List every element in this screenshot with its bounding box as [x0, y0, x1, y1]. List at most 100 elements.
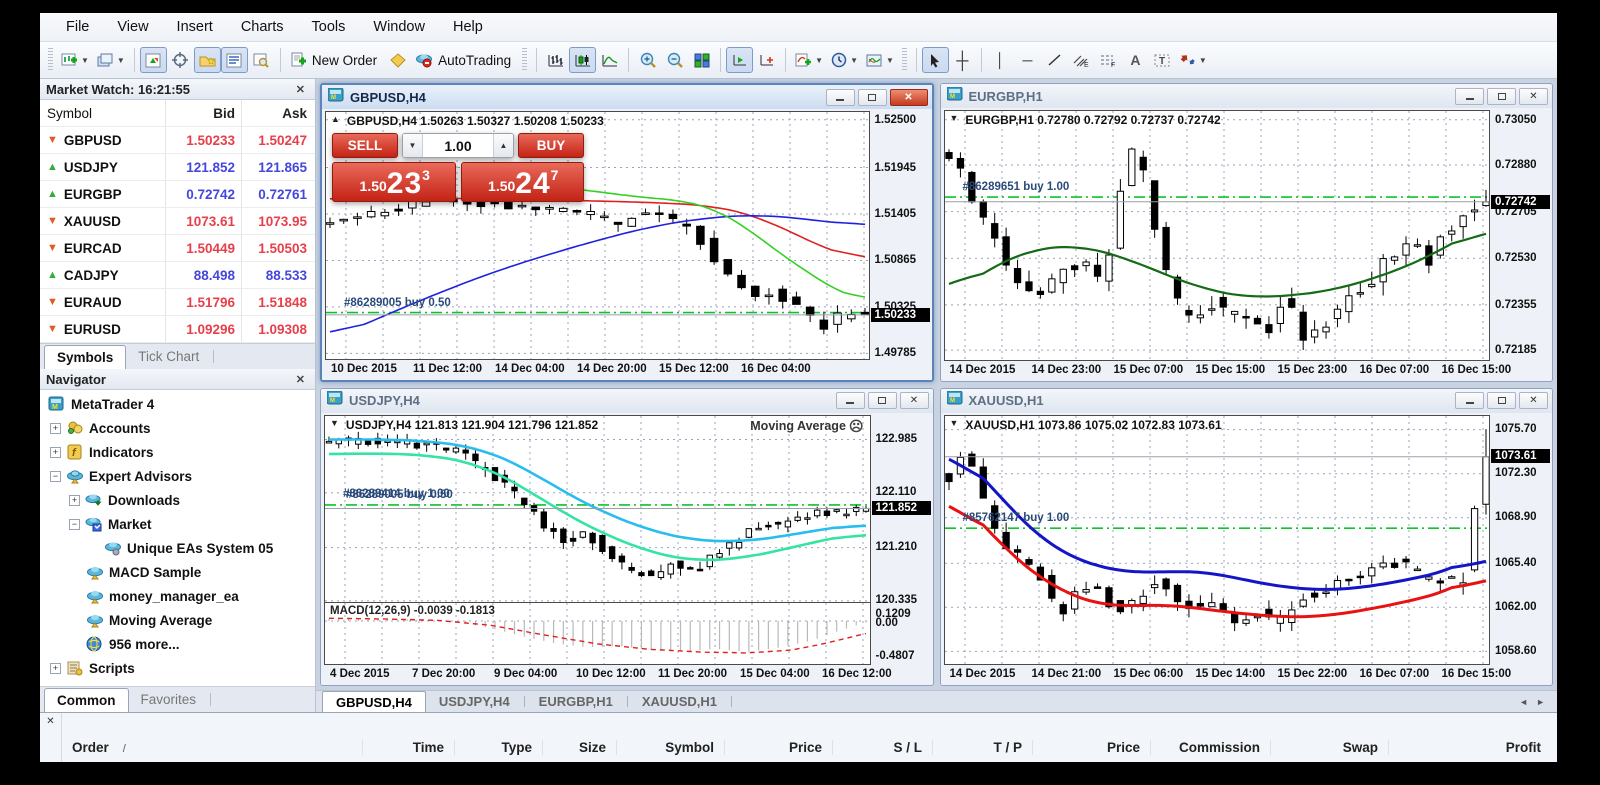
zoom-in-button[interactable] — [634, 47, 661, 73]
time-axis[interactable]: 14 Dec 2015 14 Dec 23:00 15 Dec 07:00 15 De… — [944, 361, 1512, 380]
tree-item-metatrader4[interactable]: M MetaTrader 4 — [40, 392, 315, 416]
tab-tick-chart[interactable]: Tick Chart — [126, 344, 211, 369]
tree-item-macd-sample[interactable]: MACD Sample — [40, 560, 315, 584]
close-icon[interactable]: ✕ — [292, 83, 309, 96]
candlestick-chart-type-button[interactable] — [569, 47, 597, 73]
toolbar-grip[interactable] — [901, 48, 907, 72]
restore-button[interactable] — [867, 392, 897, 409]
column-header-sl[interactable]: S / L — [832, 740, 932, 755]
trendline-button[interactable] — [1041, 47, 1068, 73]
periods-button[interactable]: ▼ — [827, 47, 862, 73]
collapse-panel-icon[interactable]: ▲ — [331, 114, 340, 128]
arrows-button[interactable]: ▼ — [1176, 47, 1211, 73]
line-chart-type-button[interactable] — [596, 47, 623, 73]
expand-panel-icon[interactable]: ▼ — [950, 418, 959, 432]
toolbar-grip[interactable] — [48, 48, 53, 72]
expand-icon[interactable]: + — [50, 422, 61, 434]
restore-button[interactable] — [1487, 87, 1516, 105]
buy-price-display[interactable]: 1.50 24 7 — [460, 162, 584, 202]
market-watch-row[interactable]: ▼ XAUUSD 1073.61 1073.95 — [40, 208, 315, 235]
fibonacci-button[interactable]: F — [1095, 47, 1122, 73]
text-button[interactable]: A — [1122, 47, 1149, 73]
tree-item-downloads[interactable]: + Downloads — [40, 488, 315, 512]
data-window-button[interactable] — [167, 47, 194, 73]
menu-view[interactable]: View — [105, 15, 160, 39]
price-axis[interactable]: 1075.70 1072.30 1068.90 1065.40 1062.00 1058.… — [1490, 415, 1552, 685]
restore-button[interactable] — [857, 88, 887, 106]
window-titlebar[interactable]: M XAUUSD,H1 ✕ — [940, 388, 1552, 413]
collapse-icon[interactable]: − — [50, 470, 61, 482]
column-header-price-open[interactable]: Price — [724, 740, 832, 755]
chart-shift-button[interactable] — [753, 47, 780, 73]
horizontal-line-button[interactable]: ─ — [1014, 47, 1041, 73]
column-header-size[interactable]: Size — [542, 740, 616, 755]
close-icon[interactable]: ✕ — [292, 373, 309, 386]
new-order-button[interactable]: New Order — [286, 47, 384, 73]
chart-tab-xauusd[interactable]: XAUUSD,H1 — [629, 691, 730, 712]
menu-help[interactable]: Help — [441, 15, 495, 39]
menu-insert[interactable]: Insert — [165, 15, 225, 39]
market-watch-row[interactable]: ▼ EURAUD 1.51796 1.51848 — [40, 289, 315, 316]
menu-tools[interactable]: Tools — [300, 15, 358, 39]
restore-button[interactable] — [1487, 392, 1516, 409]
column-header-type[interactable]: Type — [454, 740, 542, 755]
window-titlebar[interactable]: M GBPUSD,H4 ✕ — [322, 85, 932, 109]
terminal-toggle-button[interactable] — [220, 47, 248, 73]
window-titlebar[interactable]: M EURGBP,H1 ✕ — [940, 84, 1552, 108]
buy-button[interactable]: BUY — [518, 133, 584, 158]
time-axis[interactable]: 14 Dec 2015 14 Dec 21:00 15 Dec 06:00 15 De… — [944, 665, 1512, 684]
zoom-out-button[interactable] — [661, 47, 688, 73]
minimize-button[interactable] — [1455, 87, 1484, 105]
close-button[interactable]: ✕ — [1519, 87, 1548, 105]
chart-tab-gbpusd[interactable]: GBPUSD,H4 — [322, 691, 426, 712]
column-header-swap[interactable]: Swap — [1270, 740, 1388, 755]
macd-indicator-pane[interactable]: MACD(12,26,9) -0.0039 -0.1813 — [324, 603, 871, 665]
tree-item-more[interactable]: 956 more... — [40, 632, 315, 656]
minimize-button[interactable] — [1455, 392, 1484, 409]
tab-symbols[interactable]: Symbols — [44, 345, 127, 369]
price-chart-plot[interactable]: ▼ USDJPY,H4 121.813 121.904 121.796 121.8… — [324, 414, 871, 603]
tree-item-market[interactable]: − Market — [40, 512, 315, 536]
expand-panel-icon[interactable]: ▼ — [330, 418, 339, 432]
tab-favorites[interactable]: Favorites — [129, 687, 209, 712]
indicators-button[interactable]: ▼ — [791, 47, 827, 73]
column-header-order[interactable]: Order / — [62, 740, 362, 755]
market-watch-row[interactable]: ▲ EURGBP 0.72742 0.72761 — [40, 181, 315, 208]
cursor-button[interactable] — [921, 47, 949, 73]
auto-scroll-button[interactable] — [726, 47, 754, 73]
column-header-profit[interactable]: Profit — [1388, 740, 1557, 755]
column-header-commission[interactable]: Commission — [1150, 740, 1270, 755]
tree-item-money-manager[interactable]: money_manager_ea — [40, 584, 315, 608]
expand-icon[interactable]: + — [50, 446, 61, 458]
market-watch-row[interactable]: ▲ USDJPY 121.852 121.865 — [40, 154, 315, 181]
close-button[interactable]: ✕ — [899, 392, 929, 409]
menu-charts[interactable]: Charts — [229, 15, 296, 39]
price-axis[interactable]: 122.985 122.110 121.210 120.335 121.852 0.120… — [871, 415, 933, 685]
chart-tab-eurgbp[interactable]: EURGBP,H1 — [526, 691, 626, 712]
toolbar-grip[interactable] — [522, 48, 528, 72]
scroll-tabs-left-icon[interactable]: ◄ — [1519, 697, 1528, 707]
tree-item-accounts[interactable]: + Accounts — [40, 416, 315, 440]
market-watch-row[interactable]: ▼ GBPUSD 1.50233 1.50247 — [40, 127, 315, 154]
scroll-tabs-right-icon[interactable]: ► — [1536, 697, 1545, 707]
text-label-button[interactable]: T — [1149, 47, 1176, 73]
window-titlebar[interactable]: M USDJPY,H4 ✕ — [321, 388, 933, 413]
chart-tab-usdjpy[interactable]: USDJPY,H4 — [426, 691, 523, 712]
price-axis[interactable]: 1.525001.519451.514051.508651.503251.497… — [870, 111, 932, 379]
expand-icon[interactable]: + — [50, 662, 61, 674]
minimize-button[interactable] — [835, 392, 865, 409]
price-chart-plot[interactable]: ▼ XAUUSD,H1 1073.86 1075.02 1072.83 1073.… — [943, 414, 1490, 665]
column-header-ask[interactable]: Ask — [242, 100, 315, 126]
menu-window[interactable]: Window — [361, 15, 437, 39]
bar-chart-type-button[interactable] — [542, 47, 569, 73]
profiles-button[interactable]: ▼ — [93, 47, 129, 73]
volume-decrease-button[interactable]: ▼ — [403, 134, 423, 157]
column-header-bid[interactable]: Bid — [166, 100, 242, 126]
expand-icon[interactable]: + — [69, 494, 80, 506]
chart-window-eurgbp-h1[interactable]: M EURGBP,H1 ✕ ▼ EURGBP,H1 0.72780 0.72792… — [939, 83, 1553, 382]
market-watch-row[interactable]: ▲ CADJPY 88.498 88.533 — [40, 262, 315, 289]
sell-button[interactable]: SELL — [332, 133, 398, 158]
collapse-icon[interactable]: − — [69, 518, 80, 530]
chart-window-xauusd-h1[interactable]: M XAUUSD,H1 ✕ ▼ XAUUSD,H1 1073.86 1075.02… — [939, 387, 1553, 686]
column-header-price-current[interactable]: Price — [1032, 740, 1150, 755]
